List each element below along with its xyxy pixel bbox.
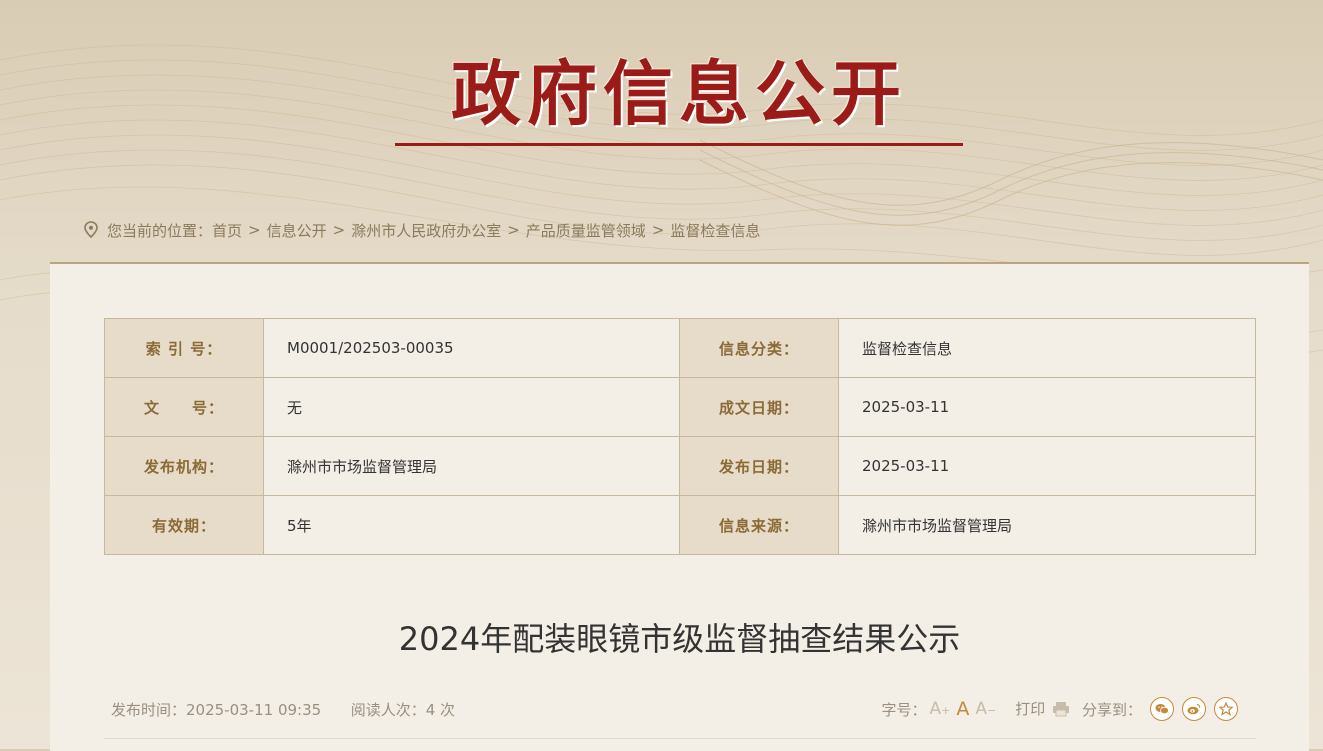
printer-icon xyxy=(1052,701,1070,721)
location-pin-icon xyxy=(83,221,99,239)
breadcrumb-office-link[interactable]: 滁州市人民政府办公室 xyxy=(351,220,501,241)
font-size-label: 字号： xyxy=(881,700,927,719)
info-source-label: 信息来源： xyxy=(679,495,839,555)
document-number-value: 无 xyxy=(263,377,680,437)
article-meta: 发布时间：2025-03-11 09:35 阅读人次：4 次 xyxy=(111,699,455,720)
article-title: 2024年配装眼镜市级监督抽查结果公示 xyxy=(398,620,961,658)
written-date-label: 成文日期： xyxy=(679,377,839,437)
favorite-star-icon[interactable] xyxy=(1214,697,1238,721)
publish-date-label: 发布日期： xyxy=(679,436,839,496)
breadcrumb-info-public-link[interactable]: 信息公开 xyxy=(267,220,327,241)
page-title: 政府信息公开 xyxy=(451,52,907,135)
font-decrease-button[interactable]: A− xyxy=(975,699,996,719)
article-tools: 字号： A+ A A− 打印 分享到： xyxy=(881,694,1238,724)
info-category-label: 信息分类： xyxy=(679,318,839,378)
breadcrumb-separator: > xyxy=(507,221,520,239)
font-increase-button[interactable]: A+ xyxy=(929,699,950,719)
banner: 政府信息公开 您当前的位置： 首页 > 信息公开 > 滁州市人民政府办公室 > … xyxy=(0,0,1323,262)
breadcrumb-quality-link[interactable]: 产品质量监管领域 xyxy=(526,220,646,241)
wechat-icon[interactable] xyxy=(1150,697,1174,721)
table-row: 发布机构： 滁州市市场监督管理局 发布日期： 2025-03-11 xyxy=(104,436,1256,496)
font-default-button[interactable]: A xyxy=(956,698,969,720)
weibo-icon[interactable] xyxy=(1182,697,1206,721)
breadcrumb-separator: > xyxy=(332,221,346,239)
validity-value: 5年 xyxy=(263,495,680,555)
document-number-label: 文 号： xyxy=(104,377,264,437)
publisher-value: 滁州市市场监督管理局 xyxy=(263,436,680,496)
content-panel: 索 引 号： M0001/202503-00035 信息分类： 监督检查信息 文… xyxy=(50,262,1309,751)
info-source-value: 滁州市市场监督管理局 xyxy=(838,495,1256,555)
publisher-label: 发布机构： xyxy=(104,436,264,496)
print-label: 打印 xyxy=(1015,699,1046,718)
validity-label: 有效期： xyxy=(104,495,264,555)
breadcrumb: 您当前的位置： 首页 > 信息公开 > 滁州市人民政府办公室 > 产品质量监管领… xyxy=(83,219,760,241)
divider xyxy=(104,738,1256,739)
written-date-value: 2025-03-11 xyxy=(838,377,1256,437)
index-number-label: 索 引 号： xyxy=(104,318,264,378)
breadcrumb-separator: > xyxy=(651,221,665,239)
title-underline xyxy=(395,143,963,146)
info-category-value: 监督检查信息 xyxy=(838,318,1256,378)
index-number-value: M0001/202503-00035 xyxy=(263,318,680,378)
breadcrumb-separator: > xyxy=(248,221,261,239)
table-row: 有效期： 5年 信息来源： 滁州市市场监督管理局 xyxy=(104,495,1256,555)
table-row: 索 引 号： M0001/202503-00035 信息分类： 监督检查信息 xyxy=(104,318,1256,378)
metadata-table: 索 引 号： M0001/202503-00035 信息分类： 监督检查信息 文… xyxy=(104,318,1256,555)
breadcrumb-home-link[interactable]: 首页 xyxy=(212,220,242,241)
table-row: 文 号： 无 成文日期： 2025-03-11 xyxy=(104,377,1256,437)
publish-time: 发布时间：2025-03-11 09:35 xyxy=(111,701,322,719)
share-label: 分享到： xyxy=(1081,700,1142,719)
print-button[interactable]: 打印 xyxy=(1015,698,1070,721)
publish-date-value: 2025-03-11 xyxy=(838,436,1256,496)
breadcrumb-prefix: 您当前的位置： xyxy=(107,221,213,240)
breadcrumb-inspection-link[interactable]: 监督检查信息 xyxy=(670,220,760,241)
article-info-bar: 发布时间：2025-03-11 09:35 阅读人次：4 次 字号： A+ A … xyxy=(104,694,1256,724)
read-count: 阅读人次：4 次 xyxy=(350,701,456,719)
